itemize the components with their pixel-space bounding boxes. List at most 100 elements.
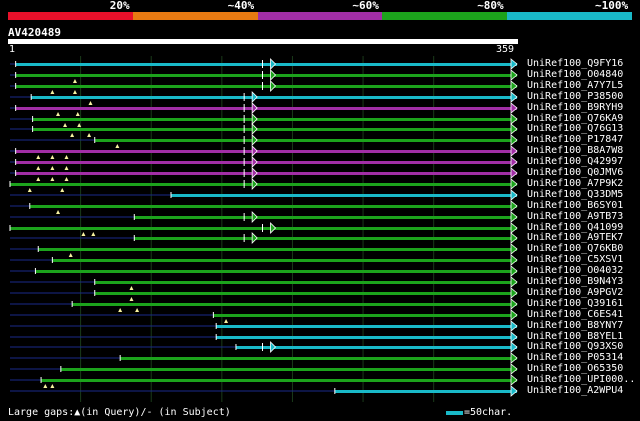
segment-arrow — [251, 134, 258, 146]
segment-arrow — [270, 222, 277, 234]
hit-bar — [35, 270, 517, 273]
query-gap-marker — [135, 308, 140, 312]
hit-label[interactable]: UniRef100_Q42997 — [527, 156, 623, 167]
query-gap-marker — [75, 112, 80, 116]
hit-end-arrow — [510, 374, 518, 386]
query-gap-marker — [129, 286, 134, 290]
query-gap-marker — [50, 177, 55, 181]
hit-label[interactable]: UniRef100_Q0JMV6 — [527, 167, 623, 178]
hit-bar — [213, 314, 517, 317]
hit-label[interactable]: UniRef100_Q93XS0 — [527, 341, 623, 352]
hit-label[interactable]: UniRef100_B9N4Y3 — [527, 276, 623, 287]
hit-end-arrow — [510, 134, 518, 146]
hit-label[interactable]: UniRef100_A7Y7L5 — [527, 80, 623, 91]
gaps-note: Large gaps:▲(in Query)/- (in Subject) — [8, 407, 231, 418]
hit-end-arrow — [510, 309, 518, 321]
hit-label[interactable]: UniRef100_Q39161 — [527, 298, 623, 309]
hit-label[interactable]: UniRef100_Q33DM5 — [527, 189, 623, 200]
query-gap-marker — [36, 155, 41, 159]
hit-label[interactable]: UniRef100_B8YNY7 — [527, 320, 623, 331]
query-gap-marker — [87, 133, 92, 137]
hit-bar — [15, 172, 518, 175]
hit-bar — [29, 205, 518, 208]
hit-end-arrow — [510, 178, 518, 190]
hit-label[interactable]: UniRef100_P05314 — [527, 352, 623, 363]
hit-end-arrow — [510, 91, 518, 103]
query-gap-marker — [36, 166, 41, 170]
scale-bar — [446, 411, 463, 415]
segment-arrow — [251, 211, 258, 223]
hit-label[interactable]: UniRef100_A9TEK7 — [527, 232, 623, 243]
segment-arrow — [251, 113, 258, 125]
query-gap-marker — [63, 123, 68, 127]
query-gap-marker — [56, 210, 61, 214]
query-gap-marker — [72, 90, 77, 94]
hit-bar — [334, 390, 517, 393]
hit-label[interactable]: UniRef100_P38500 — [527, 91, 623, 102]
hit-label[interactable]: UniRef100_Q76KB0 — [527, 243, 623, 254]
hit-label[interactable]: UniRef100_A2WPU4 — [527, 385, 623, 396]
query-gap-marker — [64, 155, 69, 159]
hit-bar — [10, 227, 517, 230]
query-gap-marker — [72, 79, 77, 83]
hit-label[interactable]: UniRef100_Q9FY16 — [527, 58, 623, 69]
hit-label[interactable]: UniRef100_C6ES41 — [527, 309, 623, 320]
query-gap-marker — [27, 188, 32, 192]
scale-label: =50char. — [464, 407, 513, 418]
hit-label[interactable]: UniRef100_P17847 — [527, 134, 623, 145]
segment-arrow — [251, 91, 258, 103]
hit-label[interactable]: UniRef100_O65350 — [527, 363, 623, 374]
hit-bar — [41, 379, 517, 382]
hit-end-arrow — [510, 341, 518, 353]
segment-arrow — [251, 145, 258, 157]
segment-arrow — [251, 123, 258, 135]
hit-bar — [10, 183, 517, 186]
hit-end-arrow — [510, 320, 518, 332]
query-gap-marker — [50, 90, 55, 94]
hit-end-arrow — [510, 287, 518, 299]
query-gap-marker — [64, 177, 69, 181]
hit-end-arrow — [510, 385, 518, 397]
query-gap-marker — [50, 166, 55, 170]
hit-label[interactable]: UniRef100_A9TB73 — [527, 211, 623, 222]
hit-label[interactable]: UniRef100_B8A7W8 — [527, 145, 623, 156]
hit-bar — [94, 281, 517, 284]
segment-arrow — [251, 156, 258, 168]
hit-label[interactable]: UniRef100_B6SY01 — [527, 200, 623, 211]
hit-label[interactable]: UniRef100_O04032 — [527, 265, 623, 276]
hit-end-arrow — [510, 80, 518, 92]
hit-end-arrow — [510, 331, 518, 343]
hit-end-arrow — [510, 265, 518, 277]
hit-end-arrow — [510, 222, 518, 234]
hit-label[interactable]: UniRef100_O04840 — [527, 69, 623, 80]
hit-label[interactable]: UniRef100_Q76G13 — [527, 123, 623, 134]
hit-bar — [120, 357, 517, 360]
query-gap-marker — [36, 177, 41, 181]
segment-arrow — [251, 102, 258, 114]
hit-end-arrow — [510, 167, 518, 179]
query-gap-marker — [43, 384, 48, 388]
hit-end-arrow — [510, 243, 518, 255]
hit-bar — [60, 368, 518, 371]
hit-end-arrow — [510, 123, 518, 135]
query-gap-marker — [64, 166, 69, 170]
hit-bar — [72, 303, 517, 306]
hit-label[interactable]: UniRef100_A7P9K2 — [527, 178, 623, 189]
query-gap-marker — [88, 101, 93, 105]
hit-bar — [38, 248, 518, 251]
hit-label[interactable]: UniRef100_UPI000.. — [527, 374, 635, 385]
hit-label[interactable]: UniRef100_C5XSV1 — [527, 254, 623, 265]
query-gap-marker — [118, 308, 123, 312]
hit-bar — [15, 161, 518, 164]
hit-bar — [134, 237, 517, 240]
hit-label[interactable]: UniRef100_A9PGV2 — [527, 287, 623, 298]
hit-bar — [216, 336, 517, 339]
hit-end-arrow — [510, 363, 518, 375]
query-gap-marker — [81, 232, 86, 236]
hit-label[interactable]: UniRef100_B9RYH9 — [527, 102, 623, 113]
hit-bar — [31, 96, 518, 99]
query-gap-marker — [115, 144, 120, 148]
segment-arrow — [270, 58, 277, 70]
query-gap-marker — [68, 253, 73, 257]
query-gap-marker — [50, 384, 55, 388]
